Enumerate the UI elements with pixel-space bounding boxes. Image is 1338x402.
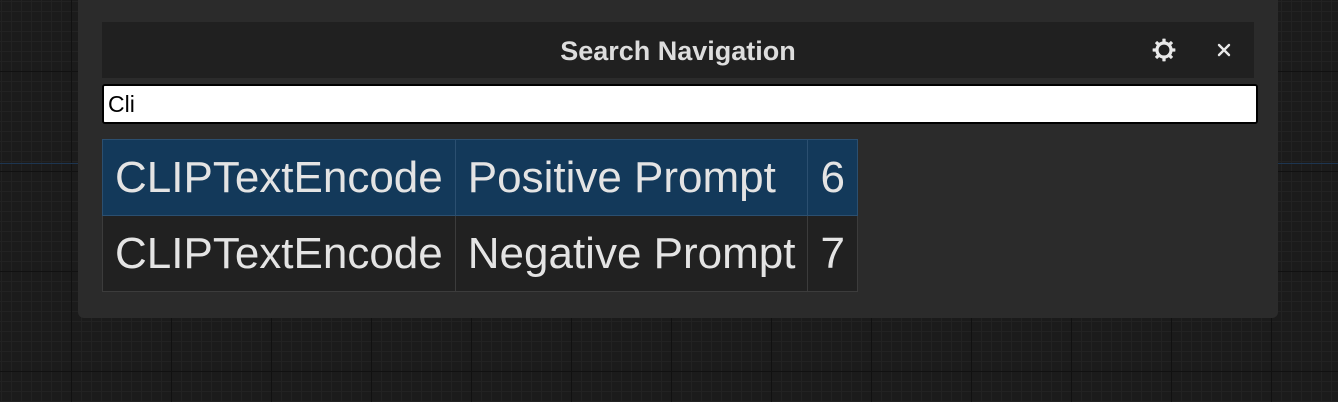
settings-button[interactable] (1148, 34, 1180, 66)
gear-icon (1152, 38, 1176, 62)
close-icon (1217, 43, 1231, 57)
search-input[interactable] (102, 84, 1258, 124)
close-button[interactable] (1208, 34, 1240, 66)
result-row-2[interactable]: CLIPTextEncode Negative Prompt 7 (102, 215, 858, 292)
results-table: CLIPTextEncode Positive Prompt 6 CLIPTex… (102, 139, 858, 292)
result-row-1[interactable]: CLIPTextEncode Positive Prompt 6 (102, 139, 858, 216)
result-id: 7 (807, 215, 858, 292)
search-navigation-panel: Search Navigation Cli CLIPTextEncode Pos… (78, 0, 1278, 318)
panel-header[interactable]: Search Navigation (102, 22, 1254, 78)
result-title: Positive Prompt (454, 139, 809, 216)
result-title: Negative Prompt (454, 215, 809, 292)
result-type: CLIPTextEncode (102, 215, 456, 292)
result-id: 6 (807, 139, 858, 216)
panel-title: Search Navigation (560, 36, 796, 66)
result-type: CLIPTextEncode (102, 139, 456, 216)
